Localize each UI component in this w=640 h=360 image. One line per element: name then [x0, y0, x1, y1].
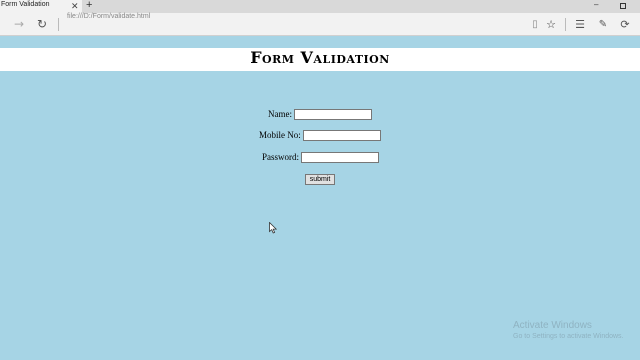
navigation-bar: → ↻ file:///D:/Form/validate.html ▯ ☆ ☰ … [0, 13, 640, 36]
watermark-title: Activate Windows [513, 320, 592, 331]
password-label: Password: [262, 152, 300, 162]
tab-title: Form Validation [1, 1, 50, 8]
favorite-star-icon[interactable]: ☆ [545, 13, 557, 36]
divider [565, 18, 566, 31]
page-title: Form Validation [250, 48, 390, 67]
mobile-input[interactable] [303, 130, 381, 141]
tab-close-icon[interactable]: ✕ [71, 0, 79, 12]
divider [58, 18, 59, 31]
mouse-cursor-icon [269, 222, 277, 234]
back-arrow-icon[interactable]: → [12, 13, 26, 36]
address-bar[interactable]: file:///D:/Form/validate.html [67, 13, 150, 36]
submit-button[interactable]: submit [305, 174, 335, 185]
web-note-icon[interactable]: ✎ [597, 13, 609, 36]
refresh-icon[interactable]: ↻ [35, 13, 49, 36]
watermark-subtitle: Go to Settings to activate Windows. [513, 333, 624, 340]
share-icon[interactable]: ⟳ [619, 13, 631, 36]
activation-watermark: Activate Windows Go to Settings to activ… [513, 320, 624, 342]
tab-strip: Form Validation ✕ + – [0, 0, 640, 13]
password-input[interactable] [301, 152, 379, 163]
name-input[interactable] [294, 109, 372, 120]
name-label: Name: [268, 109, 292, 119]
mobile-label: Mobile No: [259, 130, 301, 140]
title-band: Form Validation [0, 48, 640, 71]
new-tab-button[interactable]: + [86, 0, 92, 12]
hub-icon[interactable]: ☰ [574, 13, 586, 36]
reading-view-icon[interactable]: ▯ [529, 13, 541, 36]
window-minimize-button[interactable]: – [594, 0, 598, 10]
tab-form-validation[interactable]: Form Validation ✕ [0, 0, 82, 13]
window-restore-button[interactable] [620, 3, 626, 9]
